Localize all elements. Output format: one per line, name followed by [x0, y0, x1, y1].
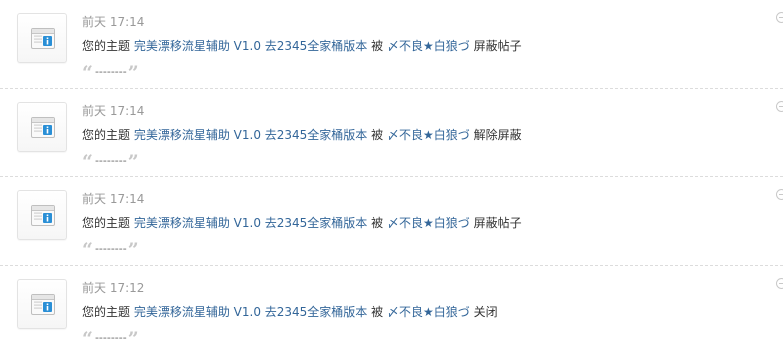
notice-item: 前天 17:14 您的主题 完美漂移流星辅助 V1.0 去2345全家桶版本 被…	[0, 0, 783, 89]
system-notice-icon	[17, 13, 67, 63]
thread-link[interactable]: 完美漂移流星辅助 V1.0 去2345全家桶版本	[134, 39, 367, 53]
notice-action: 屏蔽帖子	[474, 216, 522, 230]
notice-prefix: 您的主题	[82, 305, 130, 319]
notice-item: 前天 17:12 您的主题 完美漂移流星辅助 V1.0 去2345全家桶版本 被…	[0, 266, 783, 354]
notice-quote: “--------”	[82, 151, 139, 169]
notice-time: 前天 17:14	[82, 13, 144, 30]
quote-text: --------	[95, 331, 127, 344]
notice-by: 被	[371, 39, 383, 53]
delete-notice-icon[interactable]	[776, 101, 783, 112]
notice-action: 关闭	[474, 305, 498, 319]
notice-list: 前天 17:14 您的主题 完美漂移流星辅助 V1.0 去2345全家桶版本 被…	[0, 0, 783, 354]
notice-by: 被	[371, 216, 383, 230]
notice-message: 您的主题 完美漂移流星辅助 V1.0 去2345全家桶版本 被 〆不良★白狼づ …	[82, 214, 522, 231]
user-link[interactable]: 〆不良★白狼づ	[387, 39, 470, 53]
quote-open-mark: “	[82, 151, 93, 173]
system-notice-icon	[17, 279, 67, 329]
notice-prefix: 您的主题	[82, 128, 130, 142]
notice-item: 前天 17:14 您的主题 完美漂移流星辅助 V1.0 去2345全家桶版本 被…	[0, 177, 783, 266]
notice-quote: “--------”	[82, 62, 139, 80]
notice-prefix: 您的主题	[82, 39, 130, 53]
quote-text: --------	[95, 65, 127, 78]
notice-action: 解除屏蔽	[474, 128, 522, 142]
thread-link[interactable]: 完美漂移流星辅助 V1.0 去2345全家桶版本	[134, 128, 367, 142]
quote-close-mark: ”	[128, 62, 139, 84]
notice-prefix: 您的主题	[82, 216, 130, 230]
notice-action: 屏蔽帖子	[474, 39, 522, 53]
quote-open-mark: “	[82, 62, 93, 84]
quote-open-mark: “	[82, 328, 93, 350]
notice-quote: “--------”	[82, 328, 139, 346]
quote-close-mark: ”	[128, 151, 139, 173]
system-notice-icon	[17, 190, 67, 240]
delete-notice-icon[interactable]	[776, 278, 783, 289]
notice-time: 前天 17:12	[82, 279, 144, 296]
notice-by: 被	[371, 128, 383, 142]
quote-close-mark: ”	[128, 328, 139, 350]
quote-text: --------	[95, 242, 127, 255]
notice-message: 您的主题 完美漂移流星辅助 V1.0 去2345全家桶版本 被 〆不良★白狼づ …	[82, 303, 498, 320]
delete-notice-icon[interactable]	[776, 12, 783, 23]
user-link[interactable]: 〆不良★白狼づ	[387, 305, 470, 319]
thread-link[interactable]: 完美漂移流星辅助 V1.0 去2345全家桶版本	[134, 216, 367, 230]
quote-text: --------	[95, 154, 127, 167]
notice-message: 您的主题 完美漂移流星辅助 V1.0 去2345全家桶版本 被 〆不良★白狼づ …	[82, 126, 522, 143]
notice-time: 前天 17:14	[82, 102, 144, 119]
notice-time: 前天 17:14	[82, 190, 144, 207]
quote-open-mark: “	[82, 239, 93, 261]
quote-close-mark: ”	[128, 239, 139, 261]
system-notice-icon	[17, 102, 67, 152]
delete-notice-icon[interactable]	[776, 189, 783, 200]
user-link[interactable]: 〆不良★白狼づ	[387, 128, 470, 142]
notice-quote: “--------”	[82, 239, 139, 257]
notice-message: 您的主题 完美漂移流星辅助 V1.0 去2345全家桶版本 被 〆不良★白狼づ …	[82, 37, 522, 54]
notice-by: 被	[371, 305, 383, 319]
notice-item: 前天 17:14 您的主题 完美漂移流星辅助 V1.0 去2345全家桶版本 被…	[0, 89, 783, 178]
user-link[interactable]: 〆不良★白狼づ	[387, 216, 470, 230]
thread-link[interactable]: 完美漂移流星辅助 V1.0 去2345全家桶版本	[134, 305, 367, 319]
